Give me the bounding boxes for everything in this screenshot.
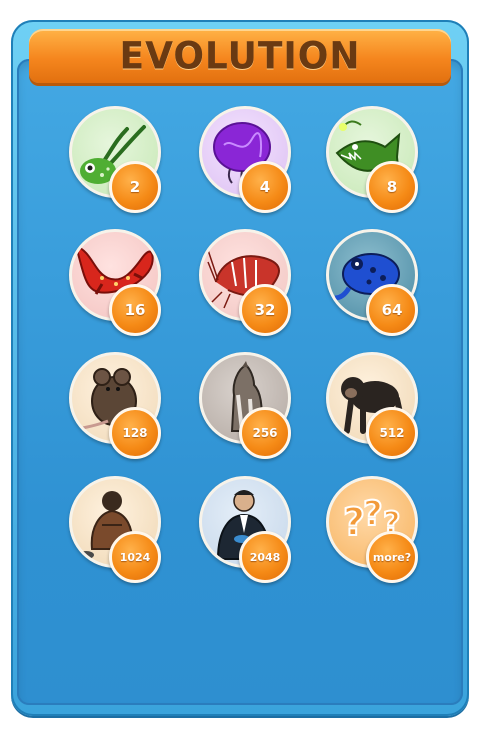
svg-text:?: ? bbox=[343, 500, 365, 544]
stage-tile[interactable]: 1024 bbox=[69, 476, 161, 583]
stage-tile[interactable]: 64 bbox=[326, 229, 418, 336]
stage-badge: 16 bbox=[109, 284, 161, 336]
svg-text:?: ? bbox=[363, 494, 383, 534]
stage-badge: 64 bbox=[366, 284, 418, 336]
stage-badge: 4 bbox=[239, 161, 291, 213]
stage-tile[interactable]: 16 bbox=[69, 229, 161, 336]
stage-tile[interactable]: 32 bbox=[199, 229, 291, 336]
title-bar: EVOLUTION bbox=[29, 29, 451, 83]
stage-tile[interactable]: 2048 bbox=[199, 476, 291, 583]
stage-badge: 32 bbox=[239, 284, 291, 336]
stage-tile[interactable]: 128 bbox=[69, 352, 161, 459]
stage-badge: 2048 bbox=[239, 531, 291, 583]
stage-badge: 256 bbox=[239, 407, 291, 459]
stage-badge: 8 bbox=[366, 161, 418, 213]
stage-tile[interactable]: 8 bbox=[326, 106, 418, 213]
stage-tile[interactable]: ? ? ? more? bbox=[326, 476, 418, 583]
stage-tile[interactable]: 512 bbox=[326, 352, 418, 459]
stage-tile[interactable]: 256 bbox=[199, 352, 291, 459]
stage-badge: 128 bbox=[109, 407, 161, 459]
stage-badge: 1024 bbox=[109, 531, 161, 583]
stage-tile[interactable]: 4 bbox=[199, 106, 291, 213]
more-badge: more? bbox=[366, 531, 418, 583]
stage-badge: 2 bbox=[109, 161, 161, 213]
page-title: EVOLUTION bbox=[119, 34, 361, 78]
stage-badge: 512 bbox=[366, 407, 418, 459]
stage-tile[interactable]: 2 bbox=[69, 106, 161, 213]
